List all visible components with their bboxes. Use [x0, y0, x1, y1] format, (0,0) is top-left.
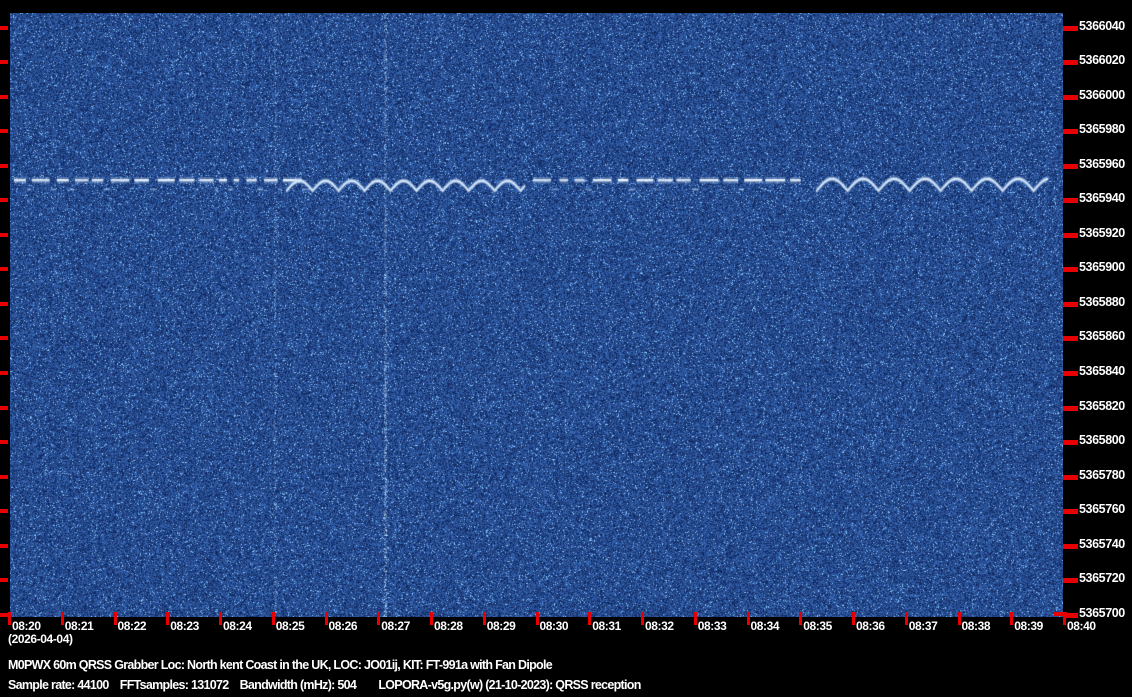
freq-label: 5365920 — [1079, 225, 1125, 240]
freq-tick-left — [0, 25, 8, 30]
time-label: 08:36 — [856, 619, 885, 633]
time-label: 08:39 — [1014, 619, 1043, 633]
time-label: 08:37 — [908, 619, 938, 633]
freq-tick-right — [1063, 301, 1078, 307]
freq-tick-right — [1063, 371, 1078, 376]
freq-tick-right — [1063, 267, 1078, 273]
freq-label: 5365980 — [1079, 122, 1125, 137]
time-tick — [799, 612, 803, 625]
freq-label: 5366000 — [1079, 87, 1125, 102]
time-tick — [219, 612, 222, 625]
time-tick — [535, 612, 539, 625]
freq-label: 5365940 — [1079, 191, 1125, 206]
freq-label: 5366040 — [1079, 18, 1125, 33]
time-label: 08:24 — [223, 619, 252, 633]
time-tick — [852, 612, 855, 625]
time-label: 08:28 — [434, 619, 463, 633]
freq-tick-left — [0, 509, 8, 514]
time-tick — [271, 612, 275, 625]
freq-label: 5366020 — [1079, 53, 1125, 68]
date-label: (2026-04-04) — [8, 632, 73, 646]
time-tick — [588, 612, 592, 625]
capture-settings-line: Sample rate: 44100 FFTsamples: 131072 Ba… — [8, 678, 641, 692]
station-info-line: M0PWX 60m QRSS Grabber Loc: North kent C… — [8, 658, 553, 672]
time-label: 08:29 — [486, 619, 516, 633]
freq-tick-left — [0, 129, 8, 134]
time-tick — [746, 612, 750, 625]
freq-tick-right — [1063, 578, 1078, 584]
freq-tick-left — [0, 474, 8, 479]
time-tick — [166, 612, 170, 625]
freq-label: 5365760 — [1079, 502, 1125, 517]
freq-tick-left — [0, 267, 8, 272]
freq-tick-right — [1063, 232, 1078, 238]
freq-tick-right — [1063, 25, 1078, 31]
freq-label: 5365840 — [1079, 364, 1125, 378]
freq-tick-right — [1063, 163, 1078, 169]
freq-label: 5365900 — [1079, 260, 1125, 275]
freq-label: 5365860 — [1079, 329, 1125, 344]
freq-tick-left — [0, 578, 8, 583]
time-tick — [1010, 612, 1014, 625]
freq-label: 5365780 — [1079, 467, 1125, 482]
freq-tick-left — [0, 405, 8, 410]
time-label: 08:22 — [117, 619, 147, 633]
time-label: 08:33 — [697, 619, 727, 633]
time-tick — [693, 612, 697, 625]
freq-tick-left — [0, 232, 8, 237]
time-tick — [430, 612, 433, 625]
time-label: 08:31 — [592, 619, 621, 633]
freq-tick-left — [0, 336, 8, 341]
time-label: 08:34 — [750, 619, 780, 633]
freq-label: 5365880 — [1079, 294, 1125, 309]
time-tick — [60, 612, 64, 625]
time-tick — [8, 612, 11, 625]
time-tick-corner — [1054, 612, 1067, 616]
freq-tick-left — [0, 440, 8, 445]
freq-tick-right — [1063, 60, 1078, 66]
freq-label: 5365800 — [1079, 433, 1125, 448]
freq-tick-right — [1063, 198, 1078, 204]
freq-tick-left — [0, 198, 8, 203]
freq-tick-right — [1063, 94, 1078, 100]
freq-tick-right — [1063, 543, 1078, 549]
freq-label: 5365720 — [1079, 571, 1125, 586]
freq-label: 5365820 — [1079, 398, 1125, 413]
freq-tick-left — [0, 612, 8, 617]
time-label: 08:35 — [803, 619, 832, 633]
freq-tick-right — [1063, 129, 1078, 135]
freq-label: 5365700 — [1079, 605, 1125, 620]
time-label: 08:38 — [961, 619, 991, 633]
time-tick — [113, 612, 117, 625]
time-label: 08:27 — [381, 619, 410, 633]
freq-tick-right — [1063, 336, 1078, 342]
time-tick — [324, 612, 328, 625]
time-tick — [641, 612, 644, 625]
freq-tick-left — [0, 60, 8, 65]
freq-tick-left — [0, 371, 8, 375]
freq-tick-left — [0, 301, 8, 306]
freq-label: 5365960 — [1079, 156, 1125, 171]
time-label: 08:32 — [645, 619, 674, 633]
freq-tick-left — [0, 94, 8, 99]
time-tick — [957, 612, 961, 625]
freq-tick-right — [1063, 405, 1078, 411]
time-tick — [482, 612, 486, 625]
spectrogram-canvas — [10, 13, 1063, 617]
time-tick — [904, 612, 908, 625]
freq-label: 5365740 — [1079, 536, 1125, 551]
time-tick — [377, 612, 381, 625]
freq-tick-left — [0, 163, 8, 168]
freq-tick-right — [1063, 474, 1078, 480]
time-label: 08:25 — [275, 619, 305, 633]
freq-tick-right — [1063, 440, 1078, 446]
time-label: 08:26 — [328, 619, 358, 633]
time-label: 08:23 — [170, 619, 199, 633]
qrss-grabber-screenshot: 5366040 5366020 5366000 5365980 5365960 53659… — [0, 0, 1132, 697]
time-label: 08:30 — [539, 619, 569, 633]
freq-tick-left — [0, 543, 8, 548]
time-label: 08:40 — [1067, 619, 1096, 633]
freq-tick-right — [1063, 509, 1078, 515]
